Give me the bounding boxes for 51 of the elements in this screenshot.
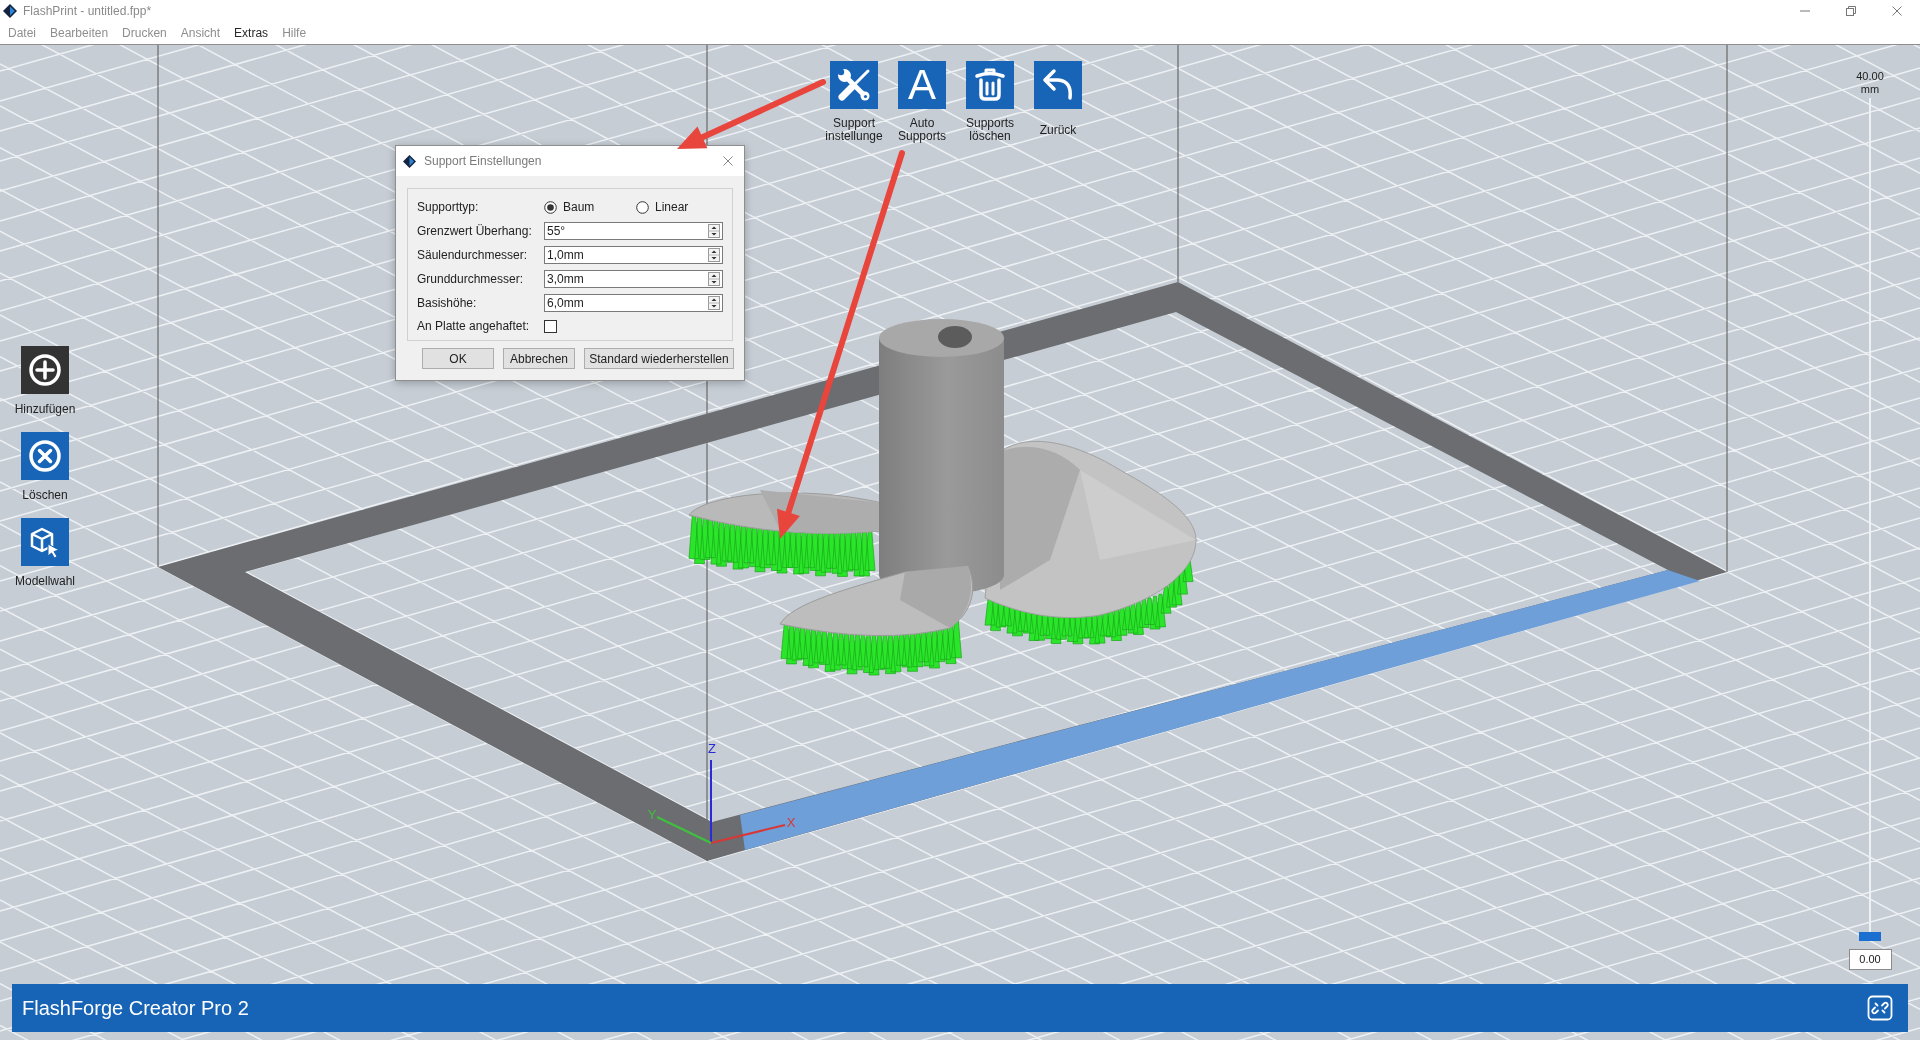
- undo-icon: [1034, 61, 1082, 109]
- spinner-icon[interactable]: [708, 224, 720, 238]
- slider-value-field[interactable]: 0.00: [1848, 949, 1892, 970]
- field-label: Grenzwert Überhang:: [417, 223, 533, 240]
- axis-label: Z: [708, 741, 716, 756]
- field-label: Säulendurchmesser:: [417, 247, 529, 264]
- slider-unit: mm: [1860, 83, 1880, 96]
- dialog-button[interactable]: Standard wiederherstellen: [584, 348, 734, 369]
- spinner-icon[interactable]: [708, 272, 720, 286]
- spinner-icon[interactable]: [708, 296, 720, 310]
- toolbar-button[interactable]: A Auto Supports: [888, 61, 956, 143]
- dialog-title: Support Einstellungen: [424, 153, 542, 170]
- printer-name: FlashForge Creator Pro 2: [22, 996, 249, 1021]
- tools-icon: [830, 61, 878, 109]
- axis-label: Y: [647, 807, 657, 822]
- field-label: Supporttyp:: [417, 199, 480, 216]
- side-tool-button[interactable]: Modellwahl: [10, 518, 80, 588]
- restore-icon: [1846, 6, 1856, 16]
- toolbar-button[interactable]: Support instellunge: [820, 61, 888, 143]
- side-tool-button[interactable]: Löschen: [10, 432, 80, 502]
- number-field[interactable]: 1,0mm: [544, 246, 723, 264]
- number-field[interactable]: 6,0mm: [544, 294, 723, 312]
- slider-max-value: 40.00: [1856, 70, 1884, 83]
- broken-link-icon: [1867, 995, 1893, 1021]
- app-logo-icon: [3, 4, 17, 18]
- toolbar-button[interactable]: Supports löschen: [956, 61, 1024, 143]
- axis-label: X: [786, 815, 796, 830]
- menu-item[interactable]: Extras: [227, 24, 276, 42]
- dialog-button[interactable]: Abbrechen: [503, 348, 575, 369]
- field-label: Basishöhe:: [417, 295, 478, 312]
- spinner-icon[interactable]: [708, 248, 720, 262]
- radio-option[interactable]: Linear: [636, 198, 728, 216]
- close-icon: [723, 156, 733, 166]
- app-logo-icon: [403, 154, 416, 168]
- slider-thumb[interactable]: [1859, 932, 1881, 941]
- field-label: An Platte angehaftet:: [417, 318, 531, 335]
- window-title: FlashPrint - untitled.fpp*: [23, 3, 152, 20]
- machine-link-button[interactable]: [1866, 994, 1894, 1022]
- dialog-button[interactable]: OK: [422, 348, 494, 369]
- field-label: Grunddurchmesser:: [417, 271, 525, 288]
- side-tool-button[interactable]: Hinzufügen: [10, 346, 80, 416]
- checkbox[interactable]: [544, 319, 557, 333]
- radio-option[interactable]: Baum: [544, 198, 636, 216]
- minimize-icon: [1800, 10, 1810, 12]
- toolbar-button[interactable]: Zurück: [1024, 61, 1092, 143]
- letter-tile: A: [898, 61, 946, 109]
- close-icon: [1892, 6, 1902, 16]
- number-field[interactable]: 55°: [544, 222, 723, 240]
- number-field[interactable]: 3,0mm: [544, 270, 723, 288]
- trash-icon: [966, 61, 1014, 109]
- 3d-viewport[interactable]: [0, 45, 1920, 1040]
